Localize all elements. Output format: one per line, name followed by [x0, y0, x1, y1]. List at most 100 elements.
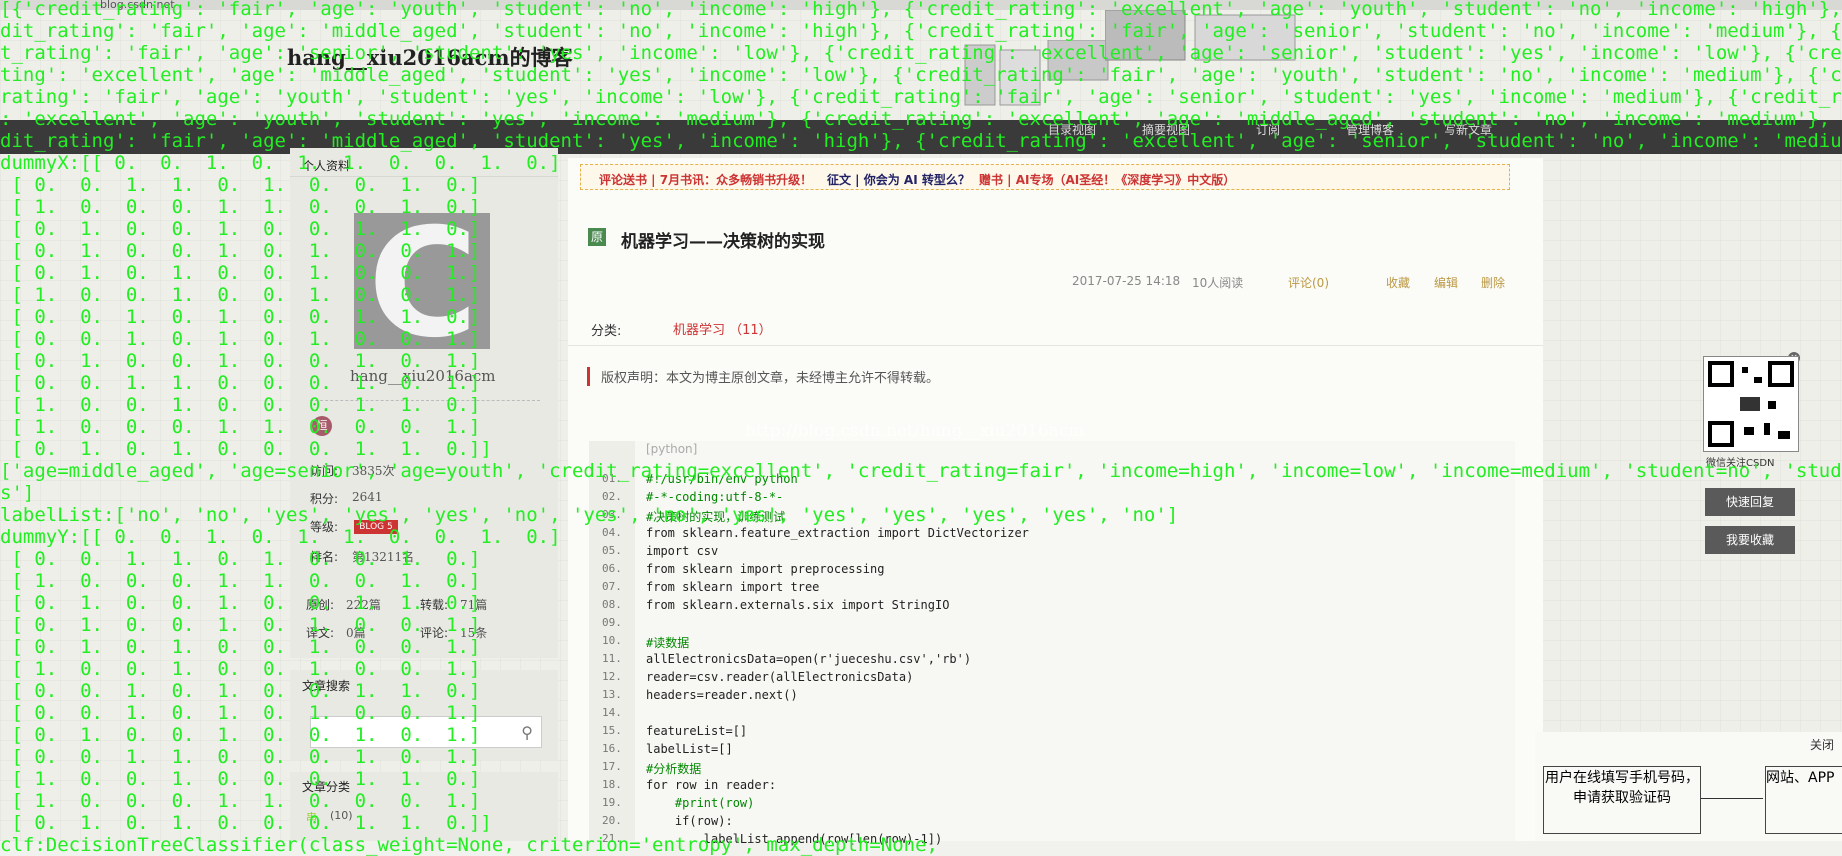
console-output-line: [ 1. 0. 0. 1. 0. 0. 0. 1. 1. 0.]: [0, 394, 481, 416]
line-number: 11.: [602, 652, 622, 665]
post-date: 2017-07-25 14:18: [1072, 274, 1181, 288]
code-line: featureList=[]: [646, 724, 748, 738]
code-line: labelList=[]: [646, 742, 733, 756]
flow-box-1: 用户在线填写手机号码，申请获取验证码: [1543, 766, 1701, 834]
console-output-line: [ 0. 1. 0. 0. 1. 0. 0. 1. 0. 1.]: [0, 350, 481, 372]
notice-bar: 评论送书 | 7月书讯：众多畅销书升级！ 征文 | 你会为 AI 转型么？ 赠书…: [580, 164, 1510, 190]
post-category-dropdown[interactable]: 机器学习 （11）: [673, 319, 772, 338]
post-reads: 10人阅读: [1192, 276, 1244, 290]
code-line: #分析数据: [646, 762, 702, 776]
quick-reply-button[interactable]: 快速回复: [1705, 488, 1795, 516]
code-language: [python]: [646, 442, 698, 456]
delete-link[interactable]: 删除: [1481, 274, 1505, 291]
console-output-line: [ 1. 0. 0. 1. 0. 0. 0. 1. 1. 0.]: [0, 768, 481, 790]
code-line: headers=reader.next(): [646, 688, 798, 702]
console-output-line: [ 0. 0. 1. 0. 1. 0. 0. 1. 1. 0.]: [0, 680, 481, 702]
line-number: 02.: [602, 490, 622, 503]
console-output-line: [ 1. 0. 0. 0. 1. 1. 0. 0. 1. 0.]: [0, 196, 481, 218]
line-number: 17.: [602, 760, 622, 773]
category-label: 分类:: [591, 324, 622, 339]
line-number: 06.: [602, 562, 622, 575]
console-output-line: [ 0. 0. 1. 0. 1. 0. 0. 1. 1. 0.]: [0, 306, 481, 328]
console-output-line: [ 0. 1. 0. 1. 0. 0. 1. 0. 0. 1.]: [0, 262, 481, 284]
code-line: from sklearn import tree: [646, 580, 820, 594]
search-icon[interactable]: ⚲: [521, 723, 533, 742]
line-number: 09.: [602, 616, 622, 629]
line-number: 14.: [602, 706, 622, 719]
code-line: for row in reader:: [646, 778, 777, 792]
line-number: 18.: [602, 778, 622, 791]
console-output-line: [ 1. 0. 0. 0. 1. 1. 0. 0. 0. 1.]: [0, 416, 481, 438]
code-line: if(row):: [646, 814, 733, 828]
line-number: 19.: [602, 796, 622, 809]
console-output-line: rating': 'fair', 'age': 'youth', 'studen…: [0, 86, 1842, 108]
console-output-line: [ 1. 0. 0. 1. 0. 0. 1. 0. 0. 1.]: [0, 284, 481, 306]
line-number: 07.: [602, 580, 622, 593]
console-output-line: dummyY:[[ 0. 0. 1. 0. 1. 1. 0. 0. 1. 0.]: [0, 526, 561, 548]
post-title[interactable]: 机器学习——决策树的实现: [621, 227, 825, 252]
console-output-line: ting': 'excellent', 'age': 'middle_aged'…: [0, 64, 1842, 86]
console-output-line: [ 0. 0. 1. 0. 1. 0. 1. 0. 0. 1.]: [0, 702, 481, 724]
console-output-line: dit_rating': 'fair', 'age': 'middle_aged…: [0, 130, 1842, 152]
code-line: #读数据: [646, 636, 690, 650]
original-badge: 原: [588, 228, 606, 246]
line-number: 08.: [602, 598, 622, 611]
edit-link[interactable]: 编辑: [1434, 274, 1458, 291]
console-output-line: [ 0. 1. 0. 0. 1. 0. 1. 0. 0. 1.]: [0, 240, 481, 262]
line-number: 04.: [602, 526, 622, 539]
console-output-line: : 'excellent', 'age': 'youth', 'student'…: [0, 108, 1842, 130]
code-line: reader=csv.reader(allElectronicsData): [646, 670, 914, 684]
console-output-line: [ 0. 0. 1. 1. 0. 0. 0. 1. 0. 1.]: [0, 746, 481, 768]
close-button[interactable]: 关闭: [1810, 736, 1834, 753]
console-output-line: [ 0. 1. 0. 0. 1. 0. 0. 1. 1. 0.]: [0, 218, 481, 240]
console-output-line: [ 1. 0. 0. 0. 1. 1. 0. 0. 0. 1.]: [0, 790, 481, 812]
code-line: allElectronicsData=open(r'jueceshu.csv',…: [646, 652, 972, 666]
console-output-line: [ 0. 1. 0. 0. 1. 0. 1. 0. 0. 1.]: [0, 614, 481, 636]
console-output-line: [ 1. 0. 0. 1. 0. 0. 1. 0. 0. 1.]: [0, 658, 481, 680]
console-output-line: [ 0. 0. 1. 1. 0. 0. 0. 1. 0. 1.]: [0, 372, 481, 394]
code-line: #-*-coding:utf-8-*-: [646, 490, 784, 504]
console-output-line: dummyX:[[ 0. 0. 1. 0. 1. 1. 0. 0. 1. 0.]: [0, 152, 561, 174]
console-output-line: [ 0. 1. 0. 0. 1. 0. 0. 1. 1. 0.]: [0, 592, 481, 614]
console-output-line: labelList:['no', 'no', 'yes', 'yes', 'ye…: [0, 504, 1179, 526]
console-output-line: [ 0. 1. 0. 1. 0. 0. 0. 1. 1. 0.]]: [0, 438, 492, 460]
divider: [568, 345, 1543, 346]
notice-link-1[interactable]: 评论送书 | 7月书讯：众多畅销书升级！: [599, 171, 812, 188]
notice-link-3[interactable]: 赠书 | AI专场（AI圣经！《深度学习》中文版）: [979, 171, 1235, 188]
console-output-line: t_rating': 'fair', 'age': 'senior', 'stu…: [0, 42, 1842, 64]
console-output-line: [ 1. 0. 0. 0. 1. 1. 0. 0. 1. 0.]: [0, 570, 481, 592]
console-output-line: [ 0. 0. 1. 1. 0. 1. 0. 0. 1. 0.]: [0, 174, 481, 196]
console-output-line: [ 0. 0. 1. 1. 0. 1. 0. 0. 1. 0.]: [0, 548, 481, 570]
line-number: 15.: [602, 724, 622, 737]
code-line: from sklearn import preprocessing: [646, 562, 885, 576]
console-output-line: clf:DecisionTreeClassifier(class_weight=…: [0, 834, 938, 856]
console-output-line: s']: [0, 482, 35, 504]
favorite-link[interactable]: 收藏: [1386, 274, 1410, 291]
console-output-line: [ 0. 1. 0. 1. 0. 0. 1. 0. 0. 1.]: [0, 636, 481, 658]
flow-diagram-popup: 关闭 用户在线填写手机号码，申请获取验证码 网站、APP: [1535, 732, 1842, 841]
line-number: 16.: [602, 742, 622, 755]
flow-arrow: [1701, 798, 1763, 799]
post-comments[interactable]: 评论(0): [1288, 274, 1329, 291]
qr-code: [1703, 356, 1799, 452]
console-output-line: [{'credit_rating': 'fair', 'age': 'youth…: [0, 0, 1842, 20]
watermark-url: http://blog.csdn.net/hang__xiu2016acm: [745, 421, 1085, 441]
flow-box-2: 网站、APP: [1765, 766, 1842, 834]
line-number: 13.: [602, 688, 622, 701]
line-number: 20.: [602, 814, 622, 827]
copyright-notice: 版权声明：本文为博主原创文章，未经博主允许不得转载。: [587, 367, 939, 386]
code-line: import csv: [646, 544, 719, 558]
code-line: from sklearn.feature_extraction import D…: [646, 526, 1029, 540]
favorite-button[interactable]: 我要收藏: [1705, 526, 1795, 554]
line-number: 05.: [602, 544, 622, 557]
stat-points-value: 2641: [352, 490, 383, 504]
console-output-line: ['age=middle_aged', 'age=senior', 'age=y…: [0, 460, 1842, 482]
console-output-line: [ 0. 0. 1. 0. 1. 0. 1. 0. 0. 1.]: [0, 328, 481, 350]
code-line: #print(row): [646, 796, 755, 810]
console-output-line: [ 0. 1. 0. 1. 0. 0. 0. 1. 1. 0.]]: [0, 812, 492, 834]
code-line: from sklearn.externals.six import String…: [646, 598, 950, 612]
console-output-line: dit_rating': 'fair', 'age': 'middle_aged…: [0, 20, 1842, 42]
console-output-line: [ 0. 1. 0. 0. 1. 0. 0. 1. 0. 1.]: [0, 724, 481, 746]
line-number: 10.: [602, 634, 622, 647]
notice-link-2[interactable]: 征文 | 你会为 AI 转型么？: [827, 171, 970, 188]
